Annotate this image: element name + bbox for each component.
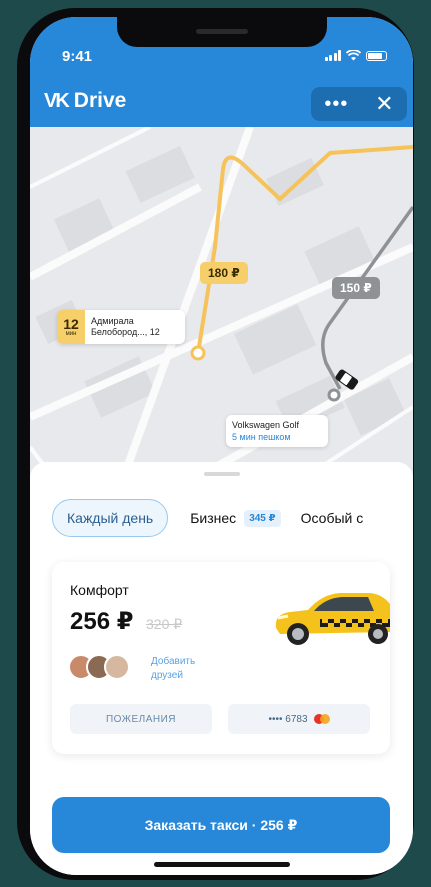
eta-badge: 12 мин [57,310,85,344]
battery-icon [366,50,387,61]
card-mask: •••• 6783 [268,713,308,725]
signal-icon [325,50,341,61]
tab-business[interactable]: Бизнес 345 ₽ [190,509,281,527]
notch [116,17,327,47]
vk-logo: VK [44,89,70,112]
tariff-title: Комфорт [70,582,129,598]
tab-business-price: 345 ₽ [244,509,281,527]
tariff-old-price: 320 ₽ [146,616,183,632]
avatar [104,654,130,680]
status-time: 9:41 [62,48,93,65]
status-icons [325,49,387,61]
brand-name: Drive [73,89,127,112]
price-tag-gray[interactable]: 150 ₽ [332,277,380,299]
eta-minutes: 12 [63,315,79,332]
add-friends-link[interactable]: Добавить друзей [151,655,211,683]
more-icon[interactable]: ••• [324,94,348,114]
map-graphics [30,127,413,487]
pickup-address-line1: Адмирала [91,316,134,326]
friend-avatars[interactable] [68,654,130,680]
bottom-sheet: Каждый день Бизнес 345 ₽ Особый с Комфор… [30,462,413,875]
app-header: 9:41 VK Drive ••• ✕ [30,17,413,127]
close-icon[interactable]: ✕ [375,93,393,115]
screen: 9:41 VK Drive ••• ✕ 180 ₽ 150 ₽ 12 мин А… [30,17,413,875]
tab-special[interactable]: Особый с [301,510,364,526]
car-model: Volkswagen Golf [232,420,300,430]
order-taxi-button[interactable]: Заказать такси · 256 ₽ [52,797,390,853]
pickup-address: Адмирала Белобород..., 12 [85,316,160,338]
eta-unit: мин [65,330,77,337]
tariff-price: 256 ₽ [70,608,134,635]
mastercard-icon [313,714,330,724]
pickup-address-line2: Белобород..., 12 [91,327,160,337]
speaker [195,29,248,34]
brand: VK Drive [44,89,126,113]
wishes-button[interactable]: ПОЖЕЛАНИЯ [70,704,212,734]
price-tag-yellow[interactable]: 180 ₽ [200,262,248,284]
tab-business-label: Бизнес [190,510,237,526]
map[interactable]: 180 ₽ 150 ₽ 12 мин Адмирала Белобород...… [30,127,413,487]
sheet-handle[interactable] [203,472,240,476]
car-walk-time: 5 мин пешком [232,432,291,442]
pickup-eta-card[interactable]: 12 мин Адмирала Белобород..., 12 [57,310,185,344]
home-indicator [153,862,290,867]
header-actions: ••• ✕ [311,87,407,121]
car-info-card[interactable]: Volkswagen Golf 5 мин пешком [226,415,328,447]
tab-every-day[interactable]: Каждый день [52,499,169,537]
tariff-card[interactable]: Комфорт 256 ₽ 320 ₽ Добавить друзей ПОЖЕ… [52,562,390,754]
tariff-tabs: Каждый день Бизнес 345 ₽ Особый с [52,499,383,537]
payment-method-button[interactable]: •••• 6783 [228,704,370,734]
wifi-icon [345,49,362,61]
tab-special-label: Особый с [300,510,364,526]
taxi-car-image [275,593,390,645]
